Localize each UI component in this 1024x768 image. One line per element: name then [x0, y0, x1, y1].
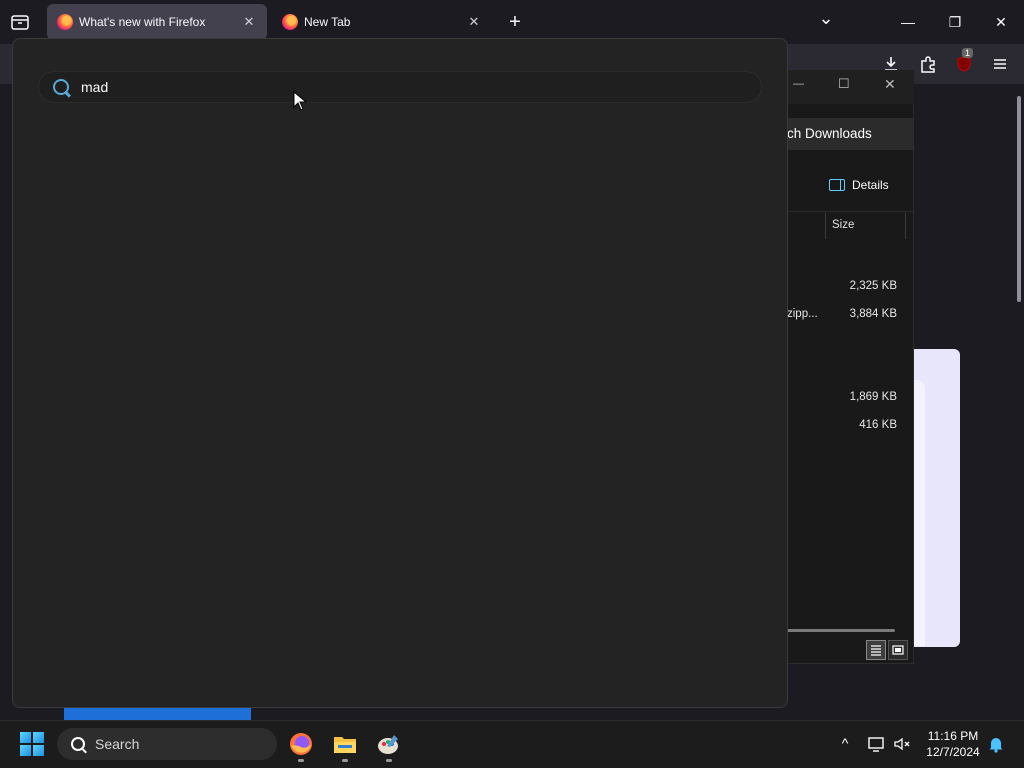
windows-logo-icon: [20, 732, 31, 743]
explorer-minimize-button[interactable]: —: [793, 78, 804, 90]
explorer-maximize-button[interactable]: ☐: [838, 76, 850, 92]
search-icon: [53, 79, 69, 95]
bell-icon: [989, 738, 1003, 753]
explorer-view-toggle: [866, 640, 908, 660]
tab-search-box[interactable]: [38, 71, 762, 103]
extensions-button[interactable]: [916, 52, 940, 76]
volume-tray-button[interactable]: [892, 734, 912, 754]
volume-muted-icon: [894, 737, 910, 751]
details-label: Details: [852, 178, 889, 192]
maximize-button[interactable]: ❐: [943, 10, 967, 34]
app-menu-button[interactable]: [988, 52, 1012, 76]
network-icon: [868, 737, 884, 752]
taskbar-file-explorer[interactable]: [332, 731, 358, 757]
list-all-tabs-button[interactable]: ⌄: [814, 6, 838, 30]
firefox-favicon-icon: [57, 14, 73, 30]
close-tab-icon[interactable]: ✕: [466, 14, 482, 30]
tab-title: New Tab: [304, 15, 351, 29]
firefox-icon: [290, 733, 312, 755]
file-row[interactable]: 2,325 KB: [787, 277, 913, 297]
column-size-header[interactable]: Size: [832, 219, 854, 231]
puzzle-icon: [921, 56, 935, 73]
minimize-button[interactable]: —: [896, 10, 920, 34]
tiles-view-icon: [892, 645, 904, 655]
file-row[interactable]: 1,869 KB: [787, 388, 913, 408]
details-view-button[interactable]: [866, 640, 886, 660]
folder-icon: [334, 737, 356, 753]
background-window-edge: [64, 708, 251, 720]
column-separator[interactable]: [825, 213, 826, 239]
new-tab-button[interactable]: +: [503, 10, 527, 34]
notifications-button[interactable]: [987, 735, 1005, 753]
details-pane-icon: [829, 179, 845, 191]
search-icon: [71, 737, 85, 751]
explorer-title-bar: — ☐ ✕: [787, 70, 914, 104]
file-row[interactable]: zipp... 3,884 KB: [787, 305, 913, 325]
running-indicator: [386, 759, 392, 762]
taskbar-clock[interactable]: 11:16 PM 12/7/2024: [918, 728, 988, 760]
taskbar-search-label: Search: [95, 736, 140, 752]
file-size: 3,884 KB: [849, 308, 897, 320]
taskbar-firefox[interactable]: [288, 731, 314, 757]
explorer-horizontal-scrollbar[interactable]: [787, 629, 895, 632]
tab-new-tab[interactable]: New Tab ✕: [272, 4, 492, 40]
large-icons-view-button[interactable]: [888, 640, 908, 660]
tab-title: What's new with Firefox: [79, 15, 206, 29]
list-view-icon: [871, 645, 881, 656]
firefox-favicon-icon: [282, 14, 298, 30]
explorer-search-box[interactable]: ch Downloads: [787, 118, 913, 150]
clock-time: 11:16 PM: [927, 729, 979, 743]
file-row[interactable]: 416 KB: [787, 416, 913, 436]
hamburger-icon: [994, 59, 1006, 69]
extension-badge: 1: [962, 48, 974, 58]
taskbar-search[interactable]: Search: [57, 728, 277, 760]
show-hidden-icons-button[interactable]: ^: [836, 735, 854, 753]
running-indicator: [298, 759, 304, 762]
paint-palette-icon: [378, 735, 398, 754]
running-indicator: [342, 759, 348, 762]
clock-date: 12/7/2024: [926, 745, 980, 759]
tab-whats-new[interactable]: What's new with Firefox ✕: [47, 4, 267, 40]
explorer-column-header: Size: [787, 213, 913, 239]
file-size: 2,325 KB: [849, 280, 897, 292]
close-tab-icon[interactable]: ✕: [241, 14, 257, 30]
ublock-extension-button[interactable]: 1: [952, 48, 976, 76]
column-separator[interactable]: [905, 213, 906, 239]
explorer-close-button[interactable]: ✕: [884, 76, 896, 93]
start-button[interactable]: [20, 732, 44, 756]
taskbar-paint[interactable]: [376, 731, 402, 757]
firefox-view-icon: [11, 15, 29, 30]
file-size: 416 KB: [859, 419, 897, 431]
tab-search-input[interactable]: [81, 79, 681, 95]
arrow-cursor-icon: [293, 90, 308, 111]
firefox-view-button[interactable]: [10, 12, 30, 32]
close-window-button[interactable]: ✕: [989, 10, 1013, 34]
file-name: zipp...: [787, 308, 818, 320]
details-pane-button[interactable]: Details: [829, 178, 889, 192]
tab-search-panel: [12, 38, 788, 708]
network-tray-button[interactable]: [866, 734, 886, 754]
page-scrollbar[interactable]: [1017, 96, 1021, 302]
file-size: 1,869 KB: [849, 391, 897, 403]
